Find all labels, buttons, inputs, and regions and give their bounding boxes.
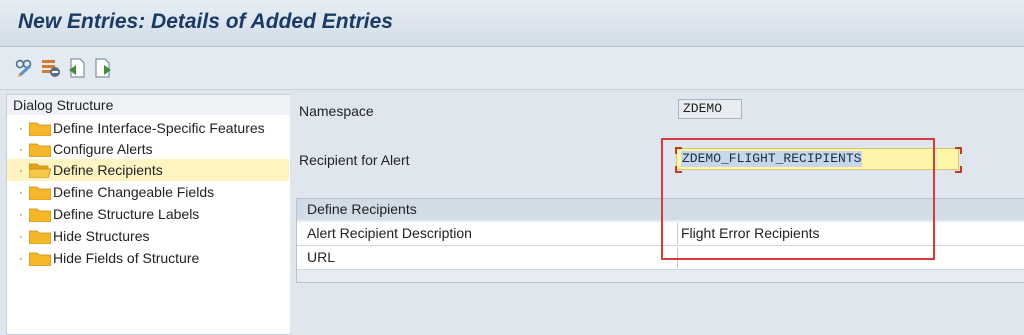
tree-bullet: ·	[19, 121, 23, 135]
row-url: URL	[297, 246, 1024, 270]
previous-entry-icon[interactable]	[66, 57, 88, 79]
delete-row-icon[interactable]	[40, 57, 62, 79]
group-title: Define Recipients	[297, 199, 1024, 220]
tree-item-label: Hide Structures	[53, 228, 150, 244]
application-toolbar	[0, 47, 1024, 90]
details-panel: Namespace ZDEMO Recipient for Alert ZDEM…	[290, 94, 1024, 333]
title-bar: New Entries: Details of Added Entries	[0, 0, 1024, 47]
tree-bullet: ·	[19, 142, 23, 156]
folder-icon	[29, 143, 51, 157]
tree-item-define-recipients[interactable]: · Define Recipients	[7, 159, 289, 181]
alert-recipient-description-input[interactable]: Flight Error Recipients	[677, 223, 1024, 244]
url-label: URL	[307, 249, 336, 265]
tree-item-label: Define Changeable Fields	[53, 184, 215, 200]
alert-recipient-description-label: Alert Recipient Description	[307, 225, 472, 241]
glasses-edit-icon[interactable]	[14, 57, 36, 79]
tree-item-define-interface-specific-features[interactable]: · Define Interface-Specific Features	[7, 117, 289, 139]
folder-icon	[29, 122, 51, 136]
tree-item-label: Hide Fields of Structure	[53, 250, 200, 266]
tree-item-label: Define Interface-Specific Features	[53, 120, 265, 136]
recipient-for-alert-value: ZDEMO_FLIGHT_RECIPIENTS	[681, 151, 863, 167]
tree-bullet: ·	[19, 185, 23, 199]
page-title: New Entries: Details of Added Entries	[18, 10, 393, 33]
recipient-for-alert-label: Recipient for Alert	[299, 152, 410, 168]
tree-item-define-changeable-fields[interactable]: · Define Changeable Fields	[7, 181, 289, 203]
namespace-field: ZDEMO	[678, 99, 742, 119]
tree-bullet: ·	[19, 163, 23, 177]
field-corner-marker	[675, 147, 682, 154]
folder-icon	[29, 208, 51, 222]
field-corner-marker	[955, 147, 962, 154]
define-recipients-group: Define Recipients Alert Recipient Descri…	[296, 198, 1024, 283]
folder-icon	[29, 186, 51, 200]
field-corner-marker	[955, 166, 962, 173]
recipient-for-alert-input[interactable]: ZDEMO_FLIGHT_RECIPIENTS	[676, 148, 959, 170]
tree-item-hide-fields-of-structure[interactable]: · Hide Fields of Structure	[7, 247, 289, 269]
open-folder-icon	[29, 163, 51, 178]
tree-bullet: ·	[19, 229, 23, 243]
folder-icon	[29, 252, 51, 266]
tree-item-configure-alerts[interactable]: · Configure Alerts	[7, 138, 289, 160]
tree-bullet: ·	[19, 251, 23, 265]
row-alert-recipient-description: Alert Recipient Description Flight Error…	[297, 222, 1024, 246]
tree-bullet: ·	[19, 207, 23, 221]
tree-item-label: Define Recipients	[53, 162, 163, 178]
tree-item-hide-structures[interactable]: · Hide Structures	[7, 225, 289, 247]
dialog-structure-panel: Dialog Structure · Define Interface-Spec…	[6, 94, 291, 335]
tree-item-label: Configure Alerts	[53, 141, 153, 157]
field-corner-marker	[675, 166, 682, 173]
next-entry-icon[interactable]	[92, 57, 114, 79]
tree-item-label: Define Structure Labels	[53, 206, 200, 222]
namespace-label: Namespace	[299, 103, 374, 119]
folder-icon	[29, 230, 51, 244]
tree-item-define-structure-labels[interactable]: · Define Structure Labels	[7, 203, 289, 225]
dialog-structure-title: Dialog Structure	[7, 95, 290, 115]
url-input[interactable]	[677, 247, 1024, 268]
